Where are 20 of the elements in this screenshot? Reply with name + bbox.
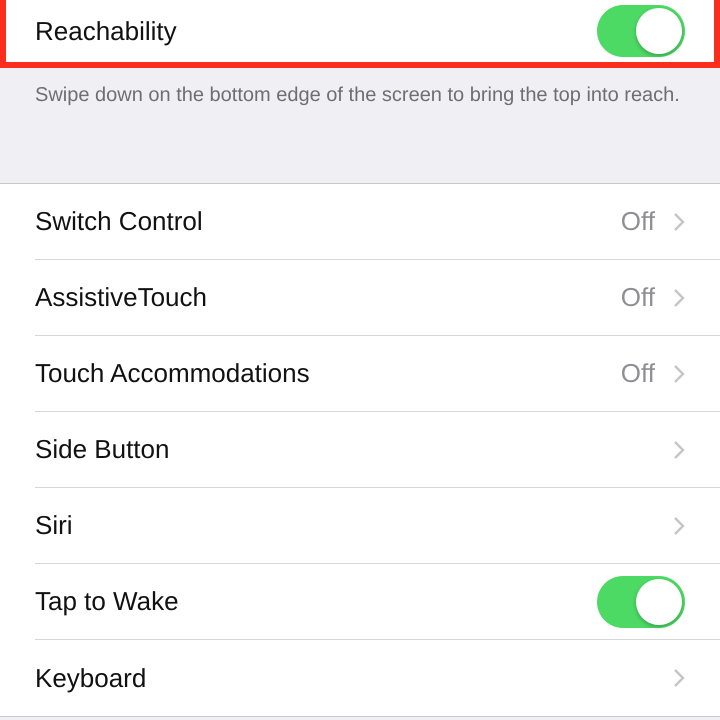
row-value: Off: [620, 358, 655, 389]
row-label[interactable]: Keyboard: [35, 662, 673, 694]
row-label[interactable]: Touch Accommodations: [35, 358, 621, 389]
chevron-right-icon[interactable]: [673, 668, 685, 688]
row-label: Reachability: [35, 16, 178, 46]
toggle-switch[interactable]: [597, 5, 685, 57]
footer-note: Swipe down on the bottom edge of the screen to bring the top into reach.: [34, 83, 681, 108]
row-label[interactable]: Siri: [35, 510, 673, 541]
row-label[interactable]: Tap to Wake: [35, 586, 597, 617]
chevron-right-icon[interactable]: [673, 516, 685, 536]
chevron-right-icon[interactable]: [673, 288, 685, 308]
row-value: Off: [620, 206, 655, 237]
row-label[interactable]: AssistiveTouch: [35, 282, 621, 313]
chevron-right-icon[interactable]: [673, 440, 685, 460]
row-label[interactable]: Side Button: [35, 434, 673, 465]
chevron-right-icon[interactable]: [673, 364, 685, 384]
row-label[interactable]: Switch Control: [35, 206, 621, 237]
toggle-switch[interactable]: [597, 576, 685, 628]
row-value: Off: [620, 282, 655, 313]
chevron-right-icon[interactable]: [673, 212, 685, 232]
